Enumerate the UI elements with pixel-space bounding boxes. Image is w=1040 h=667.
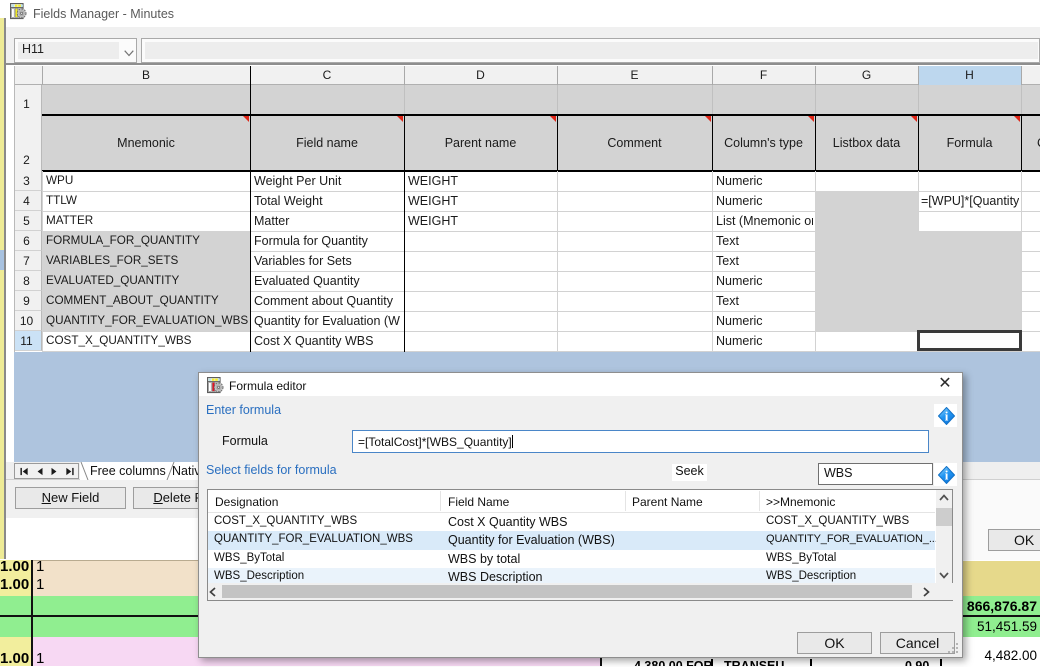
svg-text:i: i [945, 409, 949, 424]
svg-text:i: i [945, 468, 949, 483]
